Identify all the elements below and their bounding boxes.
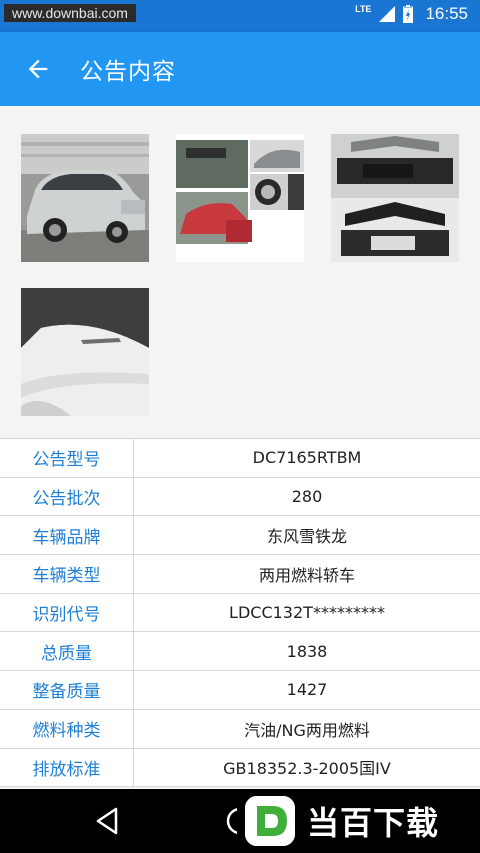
row-value: 两用燃料轿车 <box>258 565 355 585</box>
row-label: 排放标准 <box>0 748 134 787</box>
clock: 16:55 <box>425 4 468 23</box>
row-label: 公告型号 <box>0 439 134 477</box>
table-row: 排放标准 GB18352.3-2005国IV <box>0 748 480 788</box>
brand-watermark-text: 当百下载 <box>307 804 440 842</box>
row-label: 车辆类型 <box>0 555 134 593</box>
table-row: 公告型号 DC7165RTBM <box>0 439 480 478</box>
car-side-badge-photo[interactable] <box>21 288 149 416</box>
site-watermark: www.downbai.com <box>4 4 136 22</box>
page-title: 公告内容 <box>80 59 176 85</box>
row-value: DC7165RTBM <box>252 448 362 468</box>
announcement-table: 公告型号 DC7165RTBM 公告批次 280 车辆品牌 东风雪铁龙 车辆类型… <box>0 438 480 788</box>
car-details-collage-photo[interactable] <box>176 134 304 262</box>
table-row: 识别代号 LDCC132T********* <box>0 593 480 633</box>
brand-logo-icon <box>245 796 295 846</box>
signal-icon <box>379 6 396 22</box>
table-row: 整备质量 1427 <box>0 671 480 710</box>
status-bar: www.downbai.com LTE 16:55 <box>0 0 480 32</box>
photo-gallery <box>0 106 480 438</box>
brand-watermark: 当百下载 <box>237 789 480 853</box>
table-row: 燃料种类 汽油/NG两用燃料 <box>0 709 480 749</box>
status-icons: LTE 16:55 <box>355 4 468 24</box>
back-button[interactable] <box>10 41 66 97</box>
row-label: 识别代号 <box>0 593 134 632</box>
car-front-side-photo[interactable] <box>21 134 149 262</box>
nav-back-icon[interactable] <box>90 803 126 839</box>
table-row: 总质量 1838 <box>0 632 480 672</box>
arrow-left-icon <box>28 59 48 79</box>
row-label: 车辆品牌 <box>0 516 134 555</box>
row-value: 1427 <box>286 680 328 700</box>
row-label: 总质量 <box>0 632 134 671</box>
table-row: 公告批次 280 <box>0 477 480 517</box>
row-value: GB18352.3-2005国IV <box>223 759 391 779</box>
app-bar: 公告内容 <box>0 32 480 106</box>
row-value: 汽油/NG两用燃料 <box>244 720 370 740</box>
row-label: 燃料种类 <box>0 709 134 748</box>
car-grille-photo[interactable] <box>331 134 459 262</box>
row-value: 东风雪铁龙 <box>266 527 347 547</box>
battery-icon <box>403 5 414 23</box>
row-label: 整备质量 <box>0 671 134 709</box>
table-row: 车辆品牌 东风雪铁龙 <box>0 516 480 556</box>
row-value: 1838 <box>286 641 328 661</box>
row-value: 280 <box>291 487 323 507</box>
table-row: 车辆类型 两用燃料轿车 <box>0 555 480 594</box>
row-value: LDCC132T********* <box>229 603 385 623</box>
row-label: 公告批次 <box>0 477 134 516</box>
network-type: LTE <box>355 4 372 14</box>
